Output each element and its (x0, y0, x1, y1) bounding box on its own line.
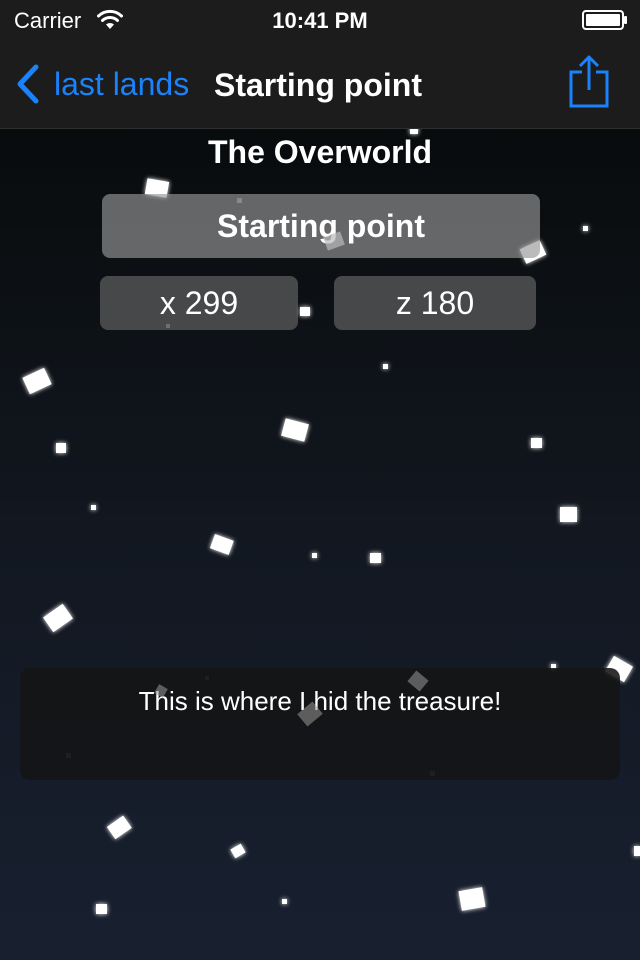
location-name-field[interactable]: Starting point (102, 194, 540, 258)
share-button[interactable] (568, 54, 610, 110)
back-button[interactable]: last lands (14, 64, 189, 104)
snow-block (300, 307, 310, 316)
snow-block (230, 843, 246, 859)
snow-block (106, 815, 132, 840)
snow-block (281, 418, 309, 442)
share-icon (569, 55, 609, 108)
snow-block (370, 553, 381, 563)
back-button-label: last lands (54, 65, 190, 102)
snow-block (583, 226, 588, 231)
snow-block (560, 507, 577, 522)
snow-block (56, 443, 66, 453)
nav-title: Starting point (214, 67, 422, 103)
snow-block (458, 887, 486, 911)
status-bar: Carrier 10:41 PM (0, 0, 640, 40)
notes-text-area[interactable]: This is where I hid the treasure! (20, 668, 620, 780)
snow-block (282, 899, 287, 904)
snow-block (43, 603, 73, 633)
snow-block (531, 438, 542, 448)
snow-block (312, 553, 317, 558)
snow-block (634, 846, 640, 856)
snow-block (209, 534, 234, 555)
status-time: 10:41 PM (272, 8, 368, 33)
navigation-bar: last lands Starting point (0, 40, 640, 129)
world-title: The Overworld (207, 134, 433, 170)
z-coordinate-field[interactable]: z 180 (334, 276, 536, 330)
snow-block (383, 364, 388, 369)
battery-icon (582, 10, 627, 30)
chevron-left-icon (17, 64, 39, 104)
snow-block (91, 505, 96, 510)
snow-block (22, 367, 52, 395)
x-coordinate-field[interactable]: x 299 (100, 276, 298, 330)
snow-block (96, 904, 107, 914)
